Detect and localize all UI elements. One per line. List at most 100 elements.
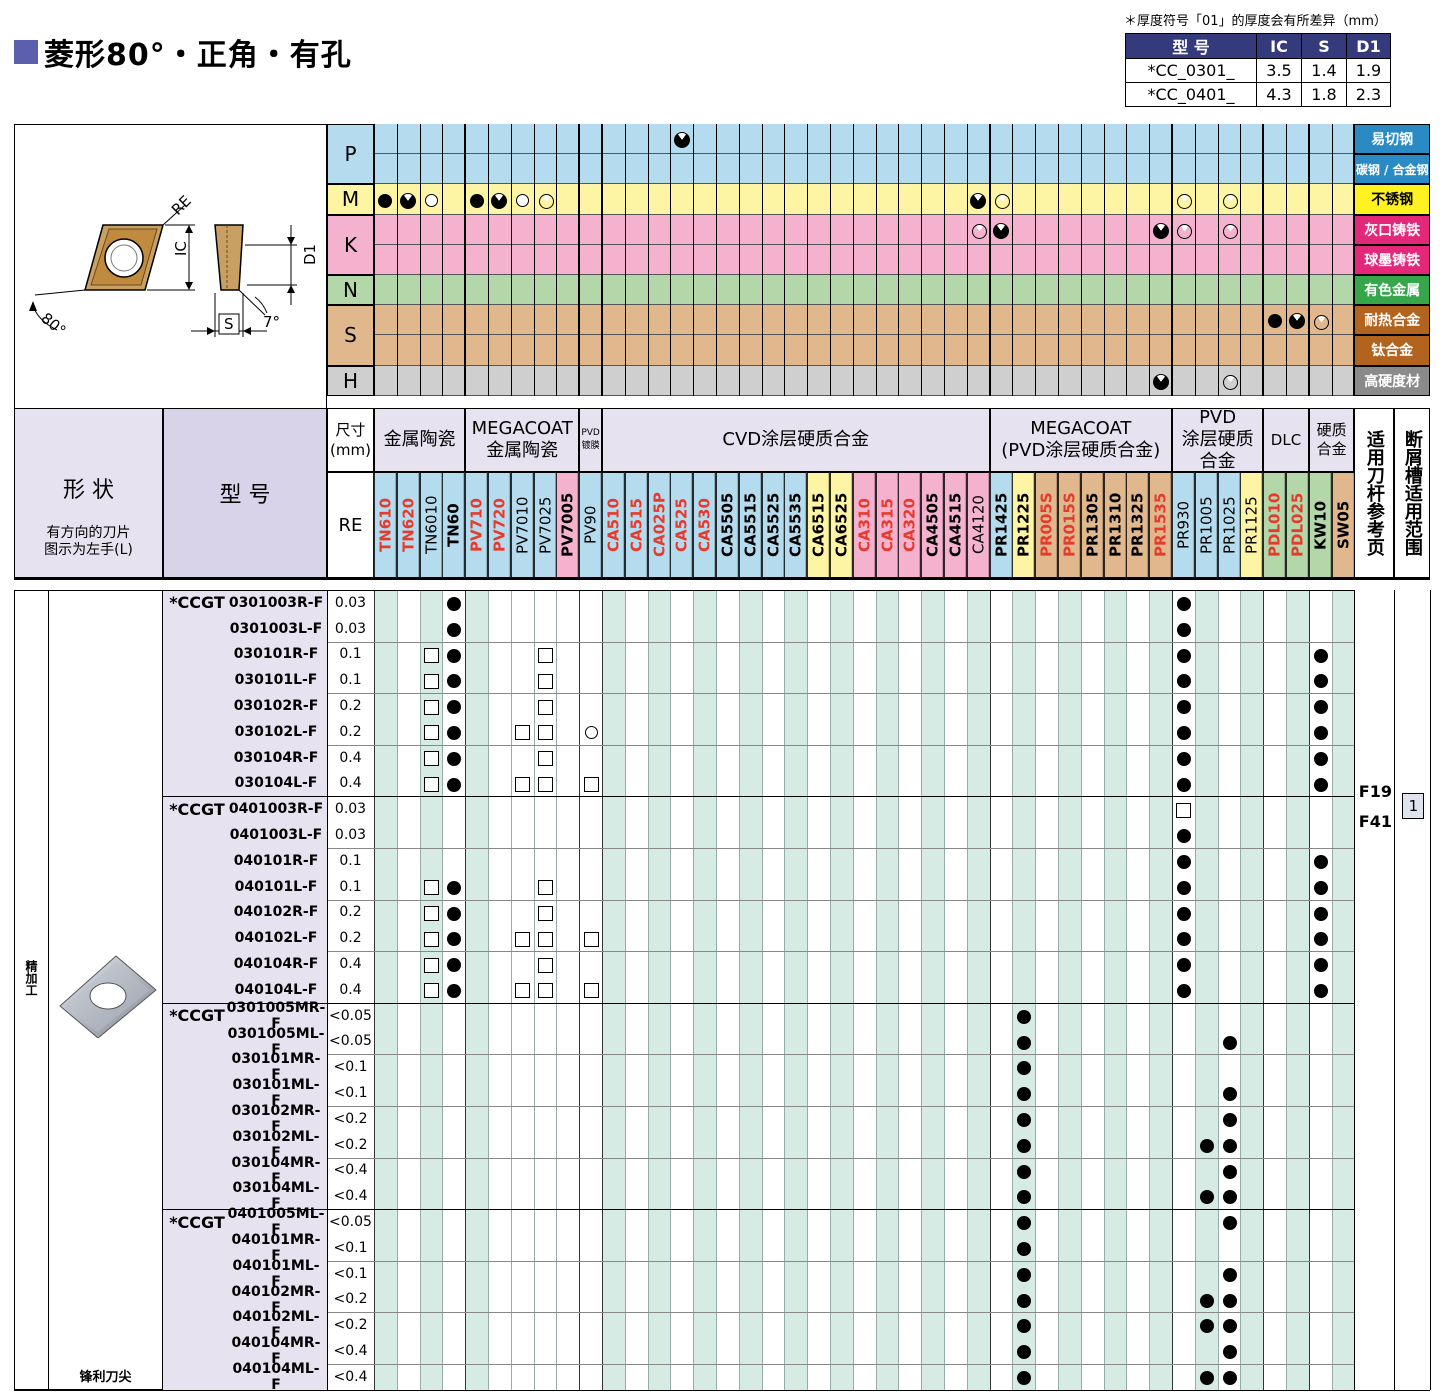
group-divider xyxy=(163,1209,327,1211)
re-value: <0.1 xyxy=(333,1059,368,1076)
dot-mark xyxy=(1313,674,1328,689)
square-mark xyxy=(538,699,553,715)
row-divider xyxy=(327,1209,1355,1211)
square-mark xyxy=(424,725,439,741)
circle-mark xyxy=(584,726,598,740)
model-code: 030104ML-F xyxy=(232,1180,320,1213)
dot-mark xyxy=(1313,700,1328,715)
dot-mark xyxy=(447,906,462,921)
re-value: 0.4 xyxy=(339,775,362,792)
model-code: 040101ML-F xyxy=(232,1257,320,1290)
dot-mark xyxy=(1222,1190,1237,1205)
model-code: 0401003L-F xyxy=(229,827,323,844)
body-separator xyxy=(14,578,1430,580)
model-code: 040101R-F xyxy=(233,852,319,869)
model-column-border xyxy=(327,590,328,1390)
dot-mark xyxy=(1176,700,1191,715)
re-value: 0.4 xyxy=(339,956,362,973)
model-code: 030101R-F xyxy=(233,646,319,663)
breaker-range-badge: 1 xyxy=(1402,793,1425,819)
group-divider xyxy=(163,590,327,591)
dot-mark xyxy=(1313,983,1328,998)
re-value: 0.2 xyxy=(339,723,362,740)
dot-mark xyxy=(1176,648,1191,663)
square-mark xyxy=(538,673,553,689)
dot-mark xyxy=(1222,1293,1237,1308)
model-code: 030101L-F xyxy=(234,672,318,689)
model-code: 030102MR-F xyxy=(231,1102,321,1135)
re-value: 0.2 xyxy=(339,698,362,715)
model-prefix: *CCGT xyxy=(169,1006,225,1026)
dot-mark xyxy=(1313,777,1328,792)
dot-mark xyxy=(447,751,462,766)
dot-mark xyxy=(1222,1112,1237,1127)
dot-mark xyxy=(1313,648,1328,663)
dot-mark xyxy=(1017,1267,1032,1282)
model-code: 030102R-F xyxy=(233,698,319,715)
dot-mark xyxy=(1176,983,1191,998)
square-mark xyxy=(1176,802,1192,818)
re-value: <0.05 xyxy=(329,1007,372,1024)
dot-mark xyxy=(1313,958,1328,973)
model-code: 040104L-F xyxy=(234,981,318,998)
dot-mark xyxy=(447,880,462,895)
dot-mark xyxy=(1017,1035,1032,1050)
dot-mark xyxy=(1176,854,1191,869)
holder-page-1: F19 xyxy=(1358,781,1392,801)
dot-mark xyxy=(1176,725,1191,740)
model-code: 040104R-F xyxy=(233,956,319,973)
square-mark xyxy=(424,906,439,921)
dot-mark xyxy=(447,648,462,663)
square-mark xyxy=(538,777,553,792)
right-column-border xyxy=(1354,590,1356,1390)
square-mark xyxy=(515,983,531,999)
model-code: 030102L-F xyxy=(234,723,318,740)
dot-mark xyxy=(1017,1164,1032,1179)
re-value: 0.03 xyxy=(334,620,367,637)
square-mark xyxy=(424,931,439,947)
dot-mark xyxy=(447,777,462,792)
dot-mark xyxy=(1176,751,1191,766)
dot-mark xyxy=(1176,622,1191,637)
square-mark xyxy=(424,777,439,792)
re-value: 0.4 xyxy=(339,749,362,766)
right-column-border xyxy=(1394,590,1396,1390)
re-value: 0.1 xyxy=(339,672,362,689)
re-value: <0.2 xyxy=(333,1136,368,1153)
model-code: 0301005ML-F xyxy=(227,1025,325,1058)
re-value: 0.1 xyxy=(339,852,362,869)
re-value: <0.05 xyxy=(329,1214,372,1231)
model-code: 030104L-F xyxy=(234,775,318,792)
re-value: <0.4 xyxy=(333,1162,368,1179)
group-divider xyxy=(163,796,327,798)
dot-mark xyxy=(1222,1164,1237,1179)
square-mark xyxy=(583,777,599,792)
square-mark xyxy=(583,983,599,999)
row-divider xyxy=(327,1002,1355,1004)
square-mark xyxy=(515,777,531,792)
model-code: 0301003R-F xyxy=(228,594,324,611)
model-code: 0401005ML-F xyxy=(227,1206,325,1239)
dot-mark xyxy=(1222,1035,1237,1050)
re-value: <0.1 xyxy=(333,1265,368,1282)
model-code: 030101MR-F xyxy=(231,1051,321,1084)
model-code: 030104R-F xyxy=(233,749,319,766)
square-mark xyxy=(538,880,553,896)
model-code: 040102ML-F xyxy=(232,1309,320,1342)
re-value: 0.03 xyxy=(334,827,367,844)
dot-mark xyxy=(1313,854,1328,869)
category-label: 精加工 xyxy=(24,960,38,996)
dot-mark xyxy=(1222,1138,1237,1153)
square-mark xyxy=(538,648,553,663)
dot-mark xyxy=(1176,880,1191,895)
right-edge xyxy=(1430,590,1431,1390)
dot-mark xyxy=(1222,1216,1237,1231)
dot-mark xyxy=(1199,1138,1214,1153)
dot-mark xyxy=(1313,906,1328,921)
square-mark xyxy=(424,983,439,999)
dot-mark xyxy=(1199,1319,1214,1334)
dot-mark xyxy=(1222,1370,1237,1385)
re-value: <0.05 xyxy=(329,1033,372,1050)
model-code: 040102R-F xyxy=(233,904,319,921)
dot-mark xyxy=(447,622,462,637)
